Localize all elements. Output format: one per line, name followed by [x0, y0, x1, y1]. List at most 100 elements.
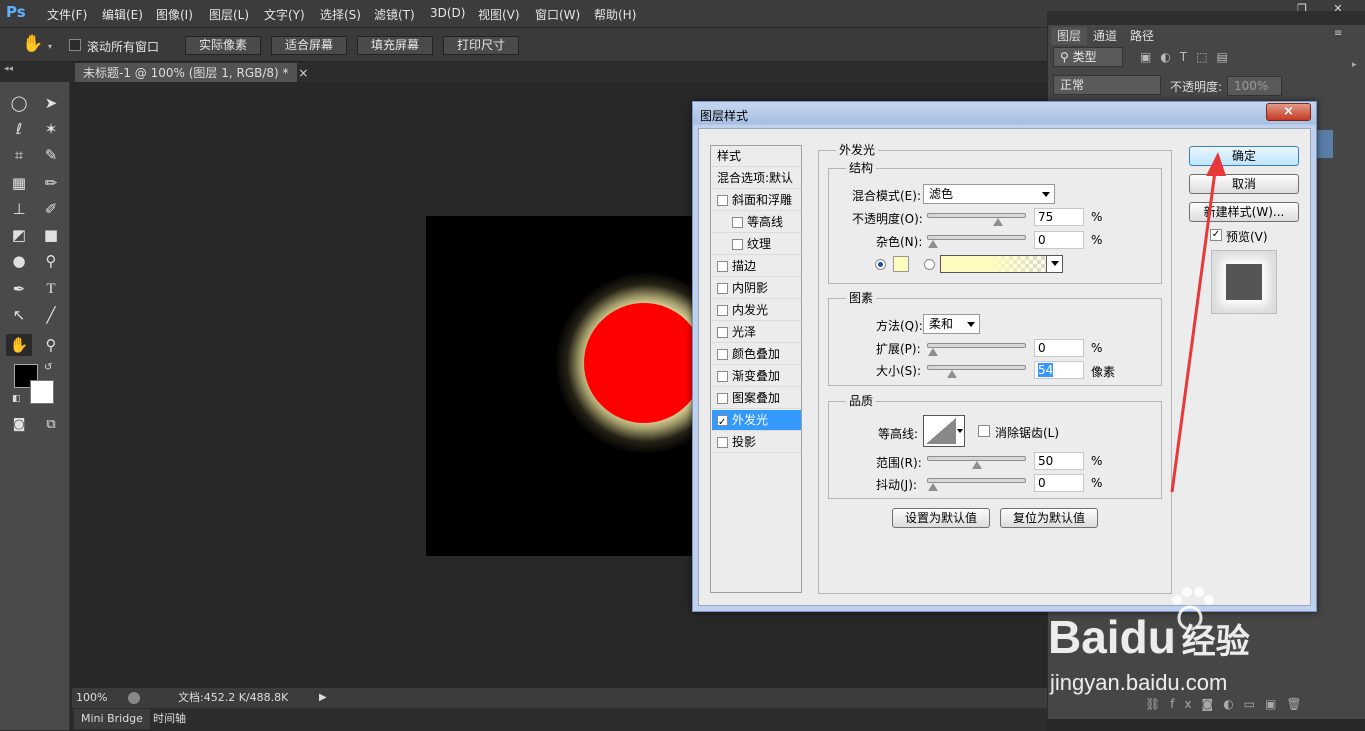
style-item[interactable]: 图案叠加 — [712, 388, 801, 409]
screen-mode-icon[interactable]: ⧉ — [38, 414, 64, 436]
quick-mask-icon[interactable]: ◙ — [6, 414, 32, 436]
eyedropper-icon[interactable]: ✎ — [38, 144, 64, 166]
document-tab[interactable]: 未标题-1 @ 100% (图层 1, RGB/8) * × — [75, 63, 308, 83]
range-input[interactable]: 50 — [1034, 452, 1084, 470]
style-item-checkbox[interactable] — [717, 283, 728, 294]
lasso-icon[interactable]: ℓ — [6, 118, 32, 140]
hand-tool-icon[interactable]: ✋ — [22, 34, 43, 54]
style-item-checkbox[interactable] — [717, 412, 728, 433]
menu-type[interactable]: 文字(Y) — [264, 6, 305, 23]
style-item-checkbox[interactable] — [732, 217, 743, 228]
layer-row-selected[interactable] — [1317, 130, 1333, 158]
dodge-icon[interactable]: ⚲ — [38, 250, 64, 272]
opacity-slider-thumb[interactable] — [993, 218, 1004, 226]
style-item-checkbox[interactable] — [717, 261, 728, 272]
range-slider-thumb[interactable] — [971, 461, 982, 469]
layer-filter-select[interactable]: ⚲ 类型 — [1053, 47, 1123, 67]
move-tool-icon[interactable]: ➤ — [38, 92, 64, 114]
style-item-checkbox[interactable] — [717, 437, 728, 448]
opacity-slider[interactable] — [927, 213, 1026, 226]
menu-filter[interactable]: 滤镜(T) — [374, 6, 415, 23]
jitter-slider-thumb[interactable] — [928, 483, 938, 491]
layer-blend-mode-select[interactable]: 正常 — [1053, 75, 1161, 95]
gradient-dropdown-icon[interactable] — [1046, 256, 1062, 272]
style-item[interactable]: 纹理 — [712, 234, 801, 255]
size-input[interactable]: 54 — [1034, 361, 1084, 379]
document-canvas[interactable] — [426, 216, 696, 556]
contour-picker[interactable] — [923, 415, 965, 447]
clone-stamp-icon[interactable]: ⊥ — [6, 198, 32, 220]
style-item[interactable]: 光泽 — [712, 322, 801, 343]
blend-mode-select[interactable]: 滤色 — [923, 184, 1055, 204]
layer-filter-icons[interactable]: ▣◐T⬚▤ — [1140, 50, 1237, 64]
style-item[interactable]: 等高线 — [712, 212, 801, 233]
brush-icon[interactable]: ✏ — [38, 172, 64, 194]
path-selection-icon[interactable]: ↖ — [6, 304, 32, 326]
spread-slider[interactable] — [927, 343, 1026, 356]
style-item-checkbox[interactable] — [717, 327, 728, 338]
style-item[interactable]: 斜面和浮雕 — [712, 190, 801, 211]
style-item[interactable]: 外发光 — [712, 410, 801, 433]
style-item[interactable]: 投影 — [712, 432, 801, 453]
magic-wand-icon[interactable]: ✶ — [38, 118, 64, 140]
actual-pixels-button[interactable]: 实际像素 — [185, 36, 261, 55]
range-slider[interactable] — [927, 456, 1026, 469]
opacity-input[interactable]: 75 — [1034, 208, 1084, 226]
spread-input[interactable]: 0 — [1034, 339, 1084, 357]
healing-brush-icon[interactable]: ▦ — [6, 172, 32, 194]
default-colors-icon[interactable]: ◧ — [12, 394, 21, 404]
tool-preset-arrow-icon[interactable]: ▾ — [48, 42, 52, 51]
noise-input[interactable]: 0 — [1034, 231, 1084, 249]
style-item[interactable]: 描边 — [712, 256, 801, 277]
menu-view[interactable]: 视图(V) — [478, 6, 520, 23]
document-tab-close-icon[interactable]: × — [298, 66, 308, 80]
style-item-checkbox[interactable] — [717, 195, 728, 206]
swap-colors-icon[interactable]: ↺ — [44, 362, 52, 373]
menu-layer[interactable]: 图层(L) — [209, 6, 249, 23]
menu-3d[interactable]: 3D(D) — [430, 6, 465, 20]
menu-edit[interactable]: 编辑(E) — [102, 6, 143, 23]
gradient-radio[interactable] — [924, 259, 935, 270]
style-item-checkbox[interactable] — [717, 349, 728, 360]
gradient-picker[interactable] — [940, 255, 1063, 273]
solid-color-radio[interactable] — [875, 259, 886, 270]
panel-menu-icon[interactable]: ≡ — [1334, 28, 1342, 39]
layer-panel-footer-icons[interactable]: ⛓fx◙◐▭▣🗑 — [1145, 697, 1312, 711]
technique-select[interactable]: 柔和 — [923, 314, 980, 334]
style-item[interactable]: 颜色叠加 — [712, 344, 801, 365]
style-item-checkbox[interactable] — [732, 239, 743, 250]
fit-screen-button[interactable]: 适合屏幕 — [271, 36, 347, 55]
type-tool-icon[interactable]: T — [38, 278, 64, 300]
style-item[interactable]: 渐变叠加 — [712, 366, 801, 387]
status-share-icon[interactable] — [128, 692, 140, 704]
tab-timeline[interactable]: 时间轴 — [146, 709, 193, 729]
size-slider-thumb[interactable] — [947, 370, 958, 378]
style-item[interactable]: 内阴影 — [712, 278, 801, 299]
crop-icon[interactable]: ⌗ — [6, 144, 32, 166]
style-item-checkbox[interactable] — [717, 393, 728, 404]
noise-slider[interactable] — [927, 235, 1026, 248]
style-item-checkbox[interactable] — [717, 305, 728, 316]
hand-tool-selected-icon[interactable]: ✋ — [6, 334, 32, 356]
zoom-level[interactable]: 100% — [76, 688, 107, 708]
jitter-slider[interactable] — [927, 478, 1026, 491]
background-color-swatch[interactable] — [30, 380, 54, 404]
gradient-icon[interactable]: ■ — [38, 224, 64, 246]
zoom-tool-icon[interactable]: ⚲ — [38, 334, 64, 356]
glow-color-swatch[interactable] — [893, 256, 909, 272]
menu-select[interactable]: 选择(S) — [320, 6, 361, 23]
pen-icon[interactable]: ✒ — [6, 278, 32, 300]
jitter-input[interactable]: 0 — [1034, 474, 1084, 492]
spread-slider-thumb[interactable] — [928, 348, 938, 356]
make-default-button[interactable]: 设置为默认值 — [892, 508, 990, 528]
scroll-all-windows-checkbox[interactable] — [69, 39, 81, 51]
menu-image[interactable]: 图像(I) — [156, 6, 193, 23]
blur-icon[interactable]: ● — [6, 250, 32, 272]
layer-opacity-field[interactable]: 100% — [1227, 76, 1282, 96]
size-slider[interactable] — [927, 365, 1026, 378]
reset-default-button[interactable]: 复位为默认值 — [1000, 508, 1098, 528]
panel-dock-icons[interactable]: ▸ — [1352, 60, 1357, 70]
line-tool-icon[interactable]: ╱ — [38, 304, 64, 326]
tab-mini-bridge[interactable]: Mini Bridge — [74, 709, 150, 729]
eraser-icon[interactable]: ◩ — [6, 224, 32, 246]
